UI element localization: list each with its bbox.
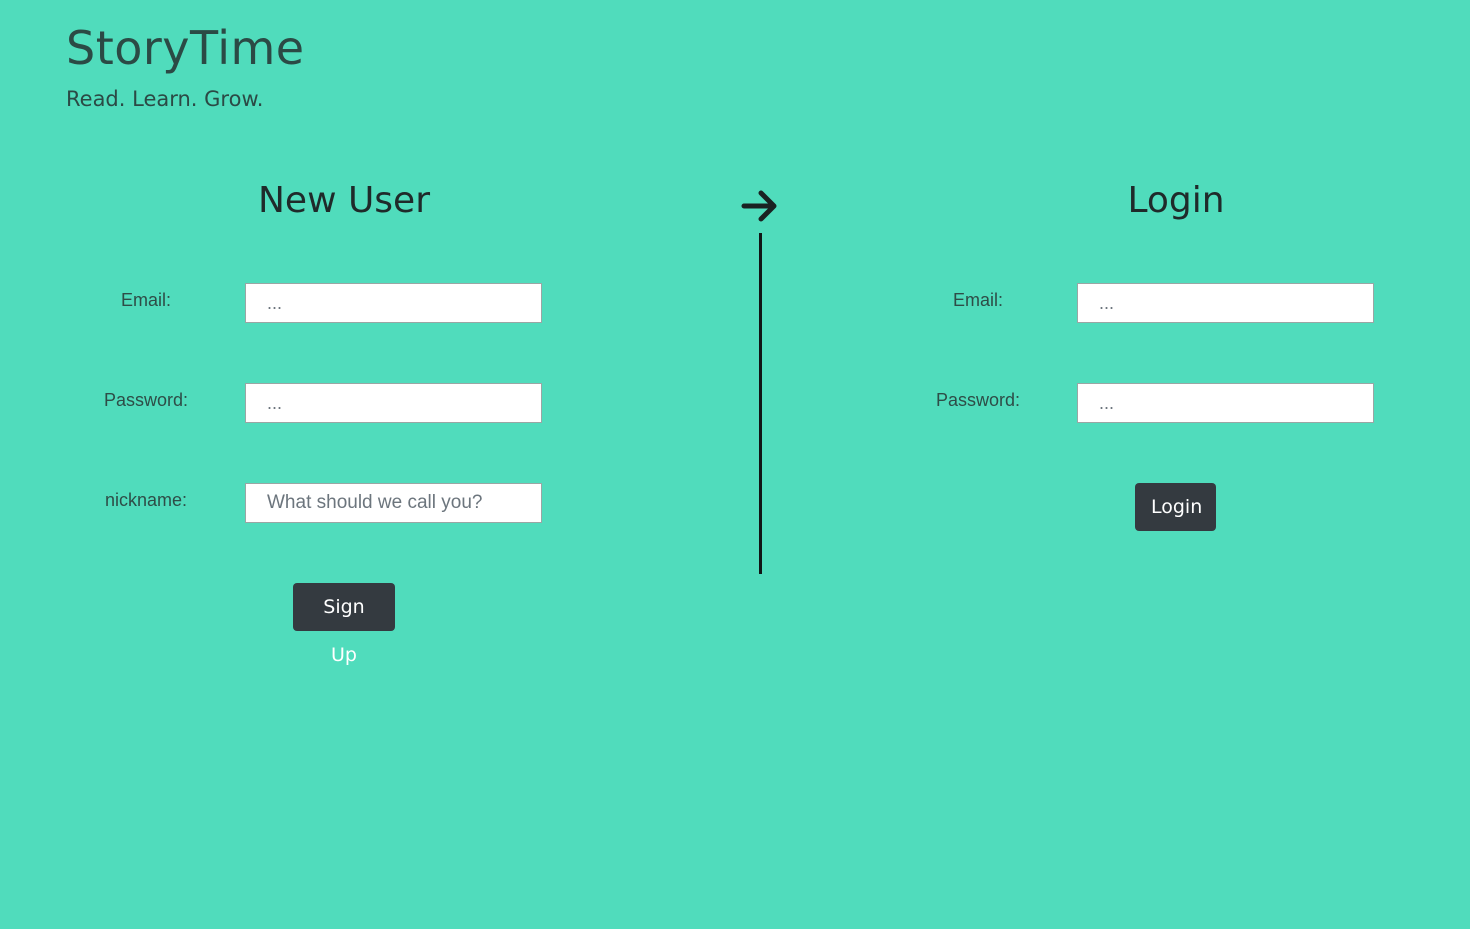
login-email-input[interactable] xyxy=(1077,283,1374,323)
login-title: Login xyxy=(1127,180,1225,221)
app-title: StoryTime xyxy=(66,21,305,75)
brand-header: StoryTime Read. Learn. Grow. xyxy=(66,20,305,112)
signup-nickname-label: nickname: xyxy=(104,490,188,510)
signup-email-label: Email: xyxy=(120,290,171,310)
signup-button[interactable]: Sign Up xyxy=(293,583,395,666)
signup-password-input[interactable] xyxy=(245,383,542,423)
login-button[interactable]: Login xyxy=(1135,483,1216,531)
signup-nickname-input[interactable] xyxy=(245,483,542,523)
divider-line xyxy=(759,233,762,574)
signup-title: New User xyxy=(257,180,431,221)
app-tagline: Read. Learn. Grow. xyxy=(66,87,264,111)
login-email-label: Email: xyxy=(952,290,1003,310)
signup-email-input[interactable] xyxy=(245,283,542,323)
arrow-right-icon xyxy=(741,190,777,222)
login-password-label: Password: xyxy=(935,390,1021,410)
login-password-input[interactable] xyxy=(1077,383,1374,423)
signup-password-label: Password: xyxy=(103,390,189,410)
